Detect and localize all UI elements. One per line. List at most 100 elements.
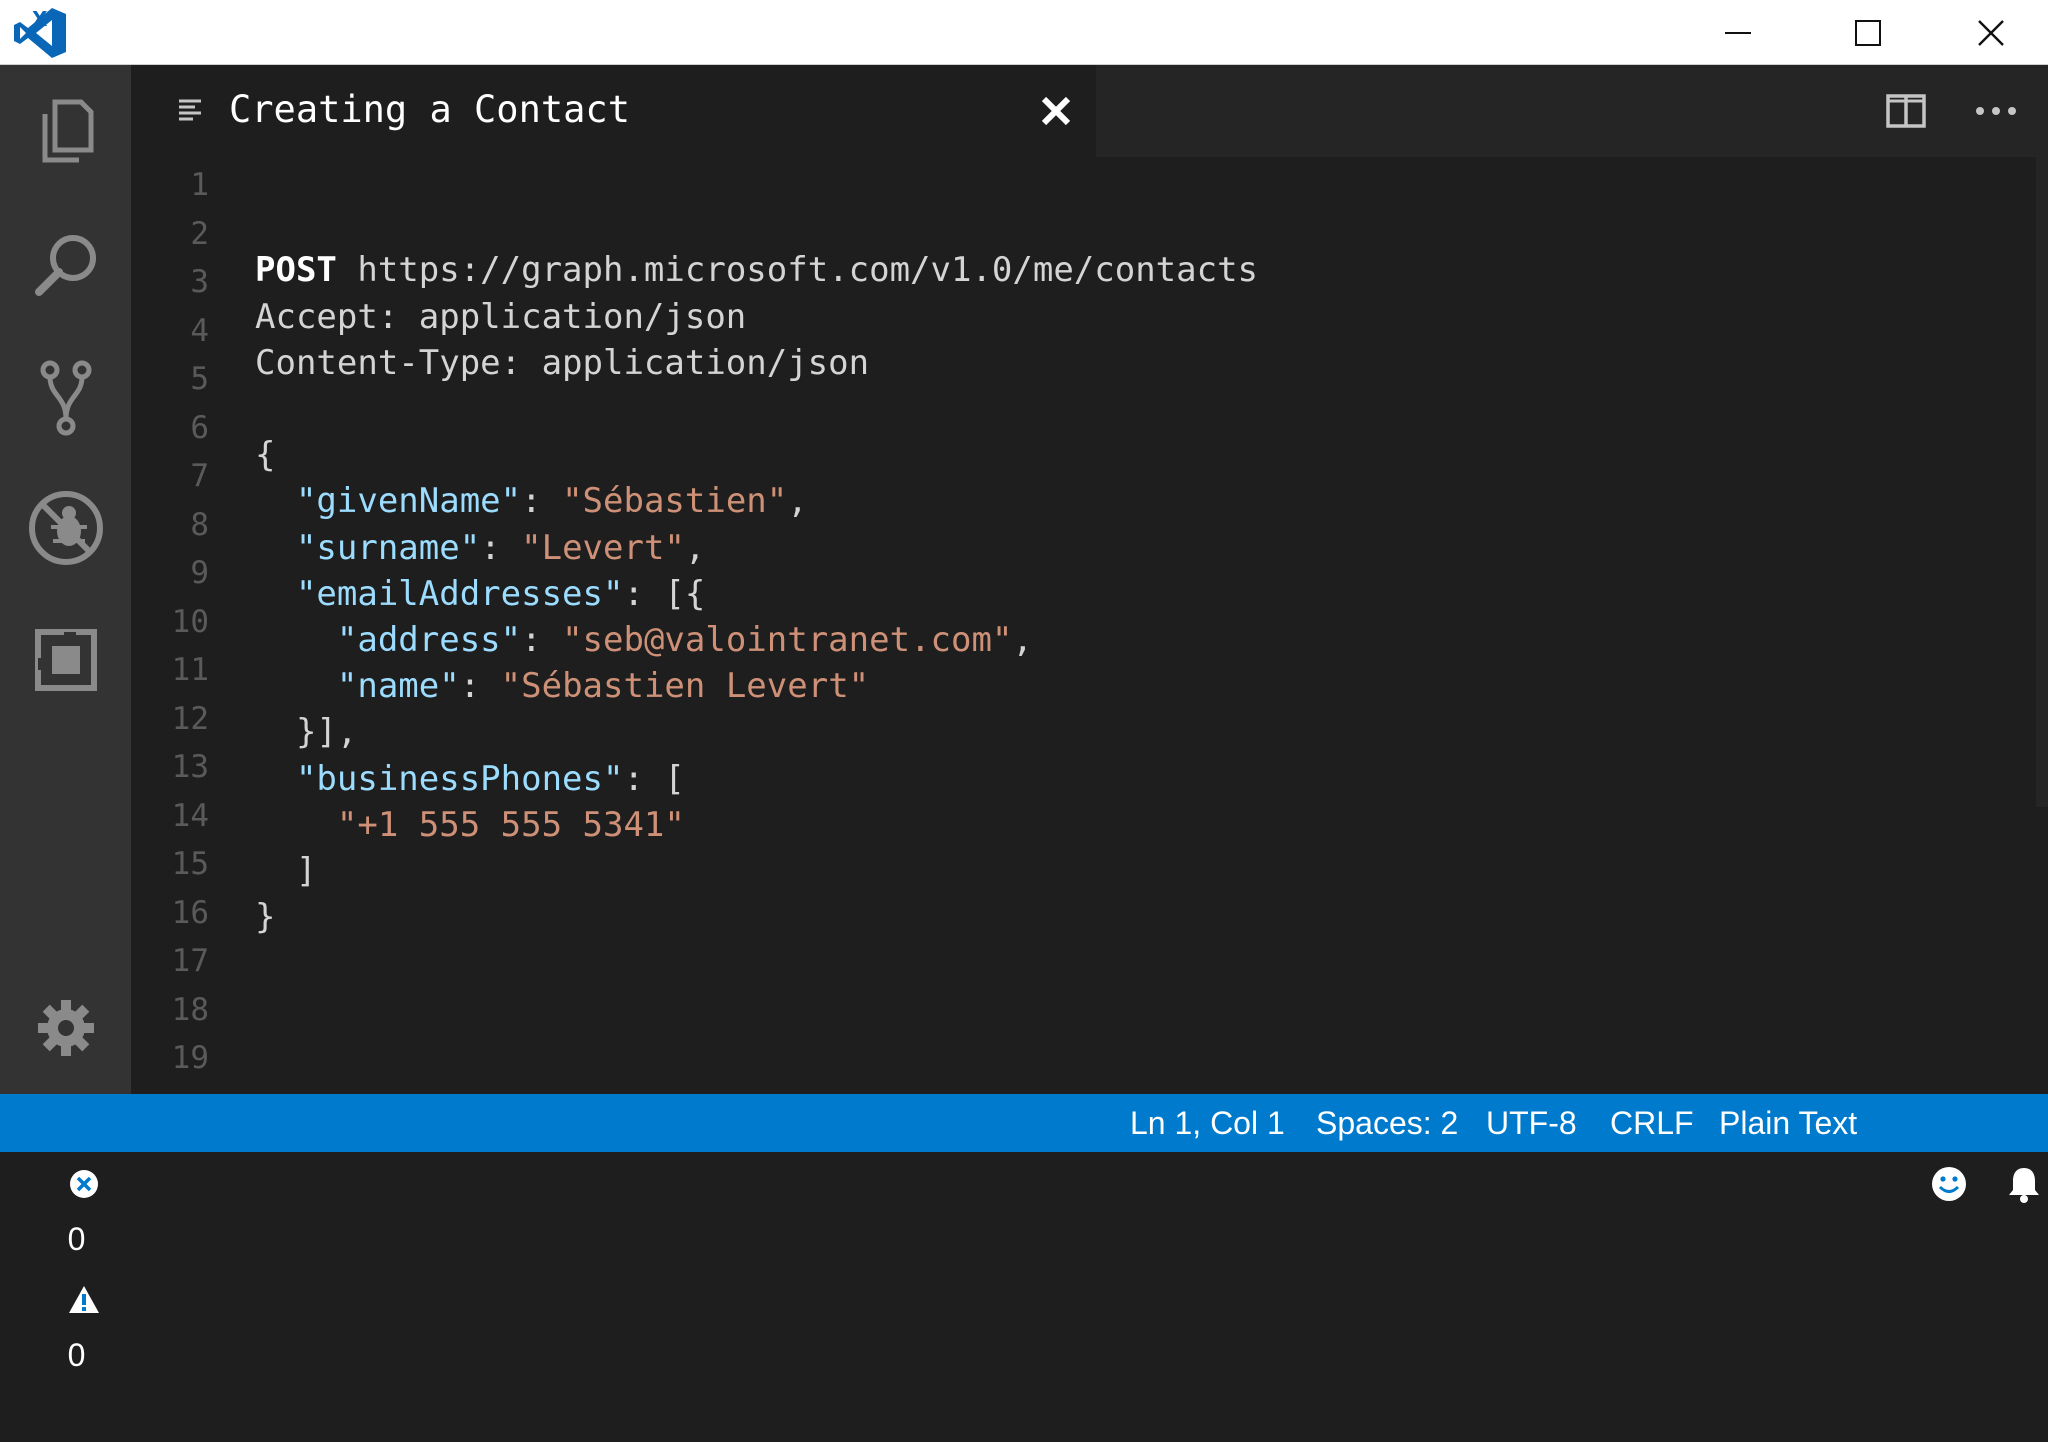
file-lines-icon bbox=[179, 99, 201, 121]
code-text: } bbox=[255, 897, 276, 938]
settings-gear-icon bbox=[37, 1000, 94, 1056]
code-text: ] bbox=[255, 851, 317, 891]
code-text: : bbox=[480, 527, 522, 568]
split-editor-icon bbox=[1886, 94, 1926, 128]
line-number: 3 bbox=[190, 264, 209, 300]
tab-title: Creating a Contact bbox=[229, 88, 630, 131]
line-number: 9 bbox=[190, 555, 209, 591]
json-string: "+1 555 555 5341" bbox=[336, 804, 685, 845]
line-number: 2 bbox=[190, 215, 209, 252]
json-key: "surname" bbox=[295, 527, 481, 568]
more-actions-button[interactable] bbox=[1966, 89, 2026, 133]
tab-creating-a-contact[interactable]: Creating a Contact bbox=[131, 65, 1096, 157]
bell-icon bbox=[2008, 1167, 2039, 1203]
json-key: "name" bbox=[336, 666, 460, 707]
json-key: "address" bbox=[336, 620, 522, 660]
tab-close-button[interactable] bbox=[1036, 91, 1076, 131]
http-method: POST bbox=[255, 250, 337, 291]
code-text: : [{ bbox=[623, 573, 706, 614]
code-line: "surname": "Levert", bbox=[255, 526, 705, 571]
language-mode[interactable]: Plain Text bbox=[1719, 1094, 1857, 1152]
line-number-gutter: 1 2 3 4 5 6 7 8 9 10 11 12 13 14 15 16 17 18 19 bbox=[131, 157, 221, 1094]
svg-text:X: X bbox=[32, 7, 48, 31]
minimize-icon bbox=[1725, 31, 1751, 34]
line-number: 17 bbox=[171, 943, 209, 979]
maximize-icon bbox=[1855, 19, 1881, 46]
settings-button[interactable] bbox=[0, 968, 131, 1088]
explorer-icon bbox=[42, 99, 93, 163]
code-line: POST https://graph.microsoft.com/v1.0/me… bbox=[255, 248, 1258, 293]
code-line: "name": "Sébastien Levert" bbox=[255, 664, 869, 709]
vscode-logo-icon: X bbox=[12, 6, 70, 60]
title-bar: X bbox=[0, 0, 2048, 65]
code-text: : bbox=[521, 481, 563, 522]
json-string: "Sébastien" bbox=[562, 481, 788, 522]
tab-bar: Creating a Contact bbox=[131, 65, 2048, 157]
code-line: "address": "seb@valointranet.com", bbox=[255, 618, 1033, 663]
ellipsis-icon bbox=[1976, 107, 2016, 115]
json-key: "emailAddresses" bbox=[295, 573, 624, 614]
search-button[interactable] bbox=[0, 205, 131, 325]
line-number: 10 bbox=[171, 603, 209, 640]
extensions-button[interactable] bbox=[0, 600, 131, 720]
json-string: "Levert" bbox=[521, 527, 685, 568]
search-icon bbox=[34, 235, 96, 296]
line-number: 13 bbox=[171, 749, 209, 785]
code-text: }], bbox=[255, 712, 358, 753]
status-bar: 0 0 Ln 1, Col 1 Spaces: 2 UTF-8 CRLF Pla… bbox=[0, 1094, 2048, 1373]
minimize-button[interactable] bbox=[1673, 0, 1803, 65]
line-number: 14 bbox=[171, 797, 209, 834]
feedback-button[interactable] bbox=[1893, 1094, 1969, 1201]
debug-button[interactable] bbox=[0, 468, 131, 588]
error-count: 0 bbox=[67, 1221, 86, 1257]
line-number: 11 bbox=[171, 652, 209, 688]
error-icon bbox=[69, 1169, 98, 1198]
smiley-feedback-icon bbox=[1931, 1166, 1966, 1201]
line-number: 12 bbox=[171, 700, 209, 737]
json-key: "givenName" bbox=[295, 481, 522, 522]
code-line: } bbox=[255, 895, 275, 940]
line-number: 18 bbox=[171, 991, 209, 1028]
code-text: : [ bbox=[623, 758, 685, 799]
cursor-position[interactable]: Ln 1, Col 1 bbox=[1130, 1094, 1285, 1152]
code-text: { bbox=[255, 435, 276, 476]
editor-scrollbar[interactable] bbox=[2036, 157, 2048, 807]
maximize-button[interactable] bbox=[1803, 0, 1933, 65]
close-window-button[interactable] bbox=[1933, 0, 2048, 65]
notifications-button[interactable] bbox=[1970, 1094, 2042, 1203]
warning-icon bbox=[68, 1285, 99, 1313]
code-line: ] bbox=[255, 849, 316, 894]
warning-count: 0 bbox=[67, 1337, 86, 1373]
editor-area[interactable]: 1 2 3 4 5 6 7 8 9 10 11 12 13 14 15 16 17 18 19 POST https… bbox=[131, 157, 2048, 1094]
source-control-icon bbox=[40, 360, 91, 436]
line-number: 5 bbox=[190, 361, 209, 397]
line-number: 1 bbox=[190, 167, 209, 203]
line-number: 6 bbox=[190, 409, 209, 446]
explorer-button[interactable] bbox=[0, 71, 131, 191]
code-line: Accept: application/json bbox=[255, 295, 746, 340]
code-line: "businessPhones": [ bbox=[255, 757, 685, 802]
code-text: , bbox=[1012, 620, 1033, 660]
json-string: "Sébastien Levert" bbox=[500, 666, 870, 707]
indentation-setting[interactable]: Spaces: 2 bbox=[1316, 1094, 1458, 1152]
code-text: : bbox=[521, 620, 563, 660]
source-control-button[interactable] bbox=[0, 338, 131, 458]
line-number: 15 bbox=[171, 846, 209, 882]
line-number: 8 bbox=[190, 506, 209, 543]
split-editor-button[interactable] bbox=[1881, 89, 1931, 133]
extensions-icon bbox=[34, 629, 97, 691]
code-text: : bbox=[459, 666, 501, 707]
problems-indicator[interactable]: 0 0 bbox=[32, 1094, 100, 1373]
code-line: { bbox=[255, 433, 275, 478]
eol-setting[interactable]: CRLF bbox=[1610, 1094, 1694, 1152]
code-text: https://graph.microsoft.com/v1.0/me/cont… bbox=[336, 250, 1259, 291]
code-line: "givenName": "Sébastien", bbox=[255, 479, 808, 524]
json-key: "businessPhones" bbox=[295, 758, 624, 799]
close-icon bbox=[1977, 19, 2004, 46]
code-text: , bbox=[684, 527, 706, 568]
encoding-setting[interactable]: UTF-8 bbox=[1486, 1094, 1577, 1152]
